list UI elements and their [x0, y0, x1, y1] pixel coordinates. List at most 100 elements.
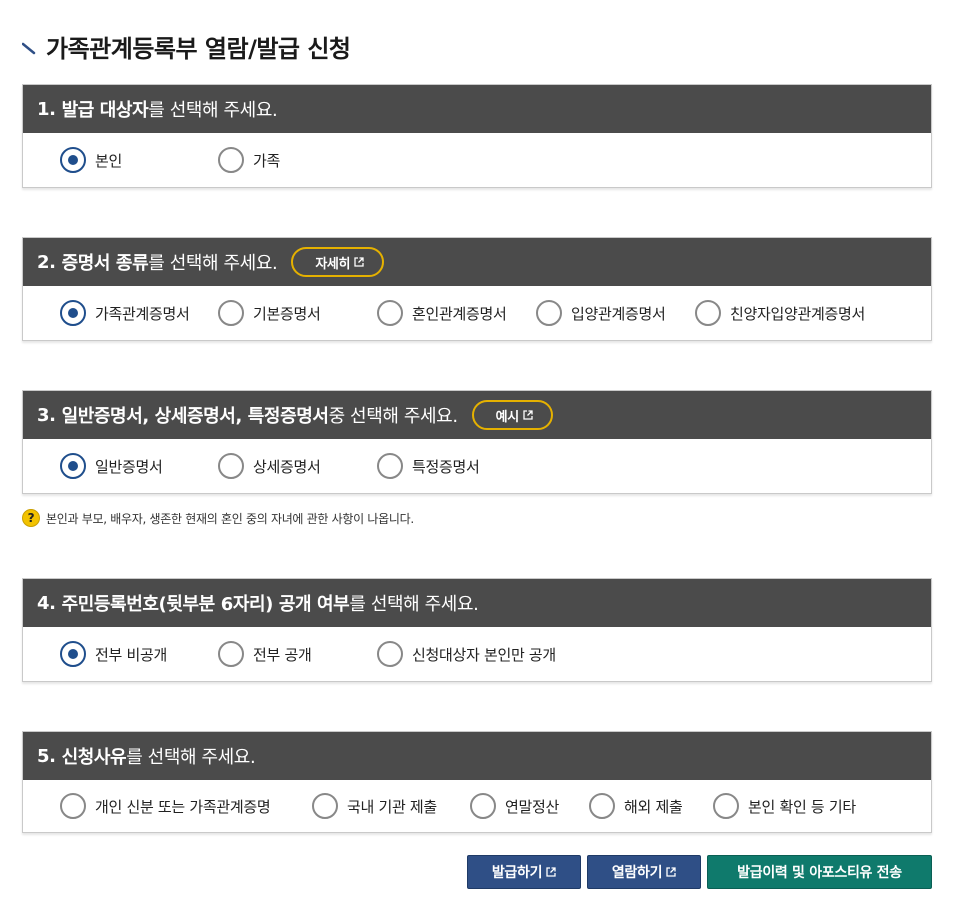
radio-label: 전부 공개 [253, 645, 312, 664]
radio-all-public[interactable]: 전부 공개 [218, 627, 312, 681]
section-number: 2. [37, 251, 56, 273]
history-apostille-button-label: 발급이력 및 아포스티유 전송 [737, 865, 902, 881]
help-text: 본인과 부모, 배우자, 생존한 현재의 혼인 중의 자녀에 관한 사항이 나옵… [46, 511, 414, 526]
section-issue-target: 1. 발급 대상자 를 선택해 주세요. 본인 가족 [22, 84, 932, 188]
external-link-icon [523, 410, 533, 420]
radio-label: 신청대상자 본인만 공개 [412, 645, 556, 664]
details-button-label: 자세히 [315, 256, 351, 272]
radio-button[interactable] [60, 641, 86, 667]
section-application-reason: 5. 신청사유 를 선택해 주세요. 개인 신분 또는 가족관계증명 국내 기관… [22, 731, 932, 833]
issue-button[interactable]: 발급하기 [467, 855, 581, 889]
page-title: 가족관계등록부 열람/발급 신청 [46, 34, 351, 63]
section-certificate-detail: 3. 일반증명서, 상세증명서, 특정증명서 중 선택해 주세요. 예시 일반증… [22, 390, 932, 494]
radio-label: 가족관계증명서 [95, 304, 190, 323]
view-button-label: 열람하기 [611, 865, 663, 881]
radio-reason-tax[interactable]: 연말정산 [470, 780, 559, 832]
radio-button[interactable] [218, 453, 244, 479]
radio-button[interactable] [312, 793, 338, 819]
section-number: 3. [37, 404, 56, 426]
section-resident-number: 4. 주민등록번호(뒷부분 6자리) 공개 여부 를 선택해 주세요. 전부 비… [22, 578, 932, 682]
section-certificate-type: 2. 증명서 종류 를 선택해 주세요. 자세히 가족관계증명서 기본증명서 혼… [22, 237, 932, 341]
radio-label: 국내 기관 제출 [347, 797, 437, 816]
radio-button[interactable] [60, 300, 86, 326]
section-title-rest: 를 선택해 주세요. [349, 594, 479, 615]
radio-label: 입양관계증명서 [571, 304, 666, 323]
external-link-icon [354, 257, 364, 267]
section-number: 5. [37, 745, 56, 767]
section-title-rest: 를 선택해 주세요. [126, 747, 256, 768]
radio-label: 상세증명서 [253, 457, 321, 476]
radio-button[interactable] [60, 793, 86, 819]
radio-adoption-cert[interactable]: 입양관계증명서 [536, 286, 666, 340]
radio-label: 특정증명서 [412, 457, 480, 476]
radio-detailed-cert[interactable]: 상세증명서 [218, 439, 321, 493]
section-title-strong: 증명서 종류 [61, 253, 149, 274]
page-title-row: 가족관계등록부 열람/발급 신청 [22, 28, 351, 64]
radio-button[interactable] [695, 300, 721, 326]
section-header: 4. 주민등록번호(뒷부분 6자리) 공개 여부 를 선택해 주세요. [23, 579, 931, 627]
radio-label: 해외 제출 [624, 797, 683, 816]
external-link-icon [546, 867, 556, 877]
section-header: 2. 증명서 종류 를 선택해 주세요. 자세히 [23, 238, 931, 286]
view-button[interactable]: 열람하기 [587, 855, 701, 889]
radio-button[interactable] [60, 147, 86, 173]
section-header: 3. 일반증명서, 상세증명서, 특정증명서 중 선택해 주세요. 예시 [23, 391, 931, 439]
radio-group-issue-target: 본인 가족 [23, 133, 931, 187]
radio-all-private[interactable]: 전부 비공개 [60, 627, 167, 681]
radio-label: 연말정산 [505, 797, 560, 816]
radio-button[interactable] [218, 147, 244, 173]
radio-reason-other[interactable]: 본인 확인 등 기타 [713, 780, 856, 832]
radio-button[interactable] [470, 793, 496, 819]
radio-label: 개인 신분 또는 가족관계증명 [95, 797, 271, 816]
radio-label: 친양자입양관계증명서 [730, 304, 866, 323]
section-number: 4. [37, 592, 56, 614]
issue-button-label: 발급하기 [491, 865, 543, 881]
radio-button[interactable] [713, 793, 739, 819]
radio-button[interactable] [60, 453, 86, 479]
section-header: 1. 발급 대상자 를 선택해 주세요. [23, 85, 931, 133]
radio-family-relation-cert[interactable]: 가족관계증명서 [60, 286, 190, 340]
radio-button[interactable] [536, 300, 562, 326]
radio-marriage-cert[interactable]: 혼인관계증명서 [377, 286, 507, 340]
help-note: ? 본인과 부모, 배우자, 생존한 현재의 혼인 중의 자녀에 관한 사항이 … [22, 509, 414, 527]
section-title-rest: 를 선택해 주세요. [148, 100, 278, 121]
section-title-rest: 를 선택해 주세요. [148, 253, 278, 274]
radio-reason-overseas[interactable]: 해외 제출 [589, 780, 683, 832]
section-title-strong: 주민등록번호(뒷부분 6자리) 공개 여부 [61, 594, 350, 615]
radio-basic-cert[interactable]: 기본증명서 [218, 286, 321, 340]
action-bar: 발급하기 열람하기 발급이력 및 아포스티유 전송 [0, 855, 960, 889]
section-title-strong: 발급 대상자 [61, 100, 149, 121]
radio-general-cert[interactable]: 일반증명서 [60, 439, 163, 493]
radio-button[interactable] [377, 641, 403, 667]
details-button[interactable]: 자세히 [291, 247, 385, 277]
section-title-rest: 중 선택해 주세요. [328, 406, 458, 427]
radio-group-certificate-detail: 일반증명서 상세증명서 특정증명서 [23, 439, 931, 493]
radio-button[interactable] [218, 300, 244, 326]
section-title-strong: 일반증명서, 상세증명서, 특정증명서 [61, 406, 329, 427]
radio-label: 기본증명서 [253, 304, 321, 323]
radio-button[interactable] [218, 641, 244, 667]
radio-label: 가족 [253, 151, 281, 170]
radio-button[interactable] [377, 453, 403, 479]
section-header: 5. 신청사유 를 선택해 주세요. [23, 732, 931, 780]
example-button-label: 예시 [495, 409, 520, 425]
title-slash-icon [22, 42, 36, 55]
radio-button[interactable] [589, 793, 615, 819]
radio-full-adoption-cert[interactable]: 친양자입양관계증명서 [695, 286, 865, 340]
radio-applicant-only-public[interactable]: 신청대상자 본인만 공개 [377, 627, 556, 681]
example-button[interactable]: 예시 [471, 400, 553, 430]
radio-family[interactable]: 가족 [218, 133, 280, 187]
radio-reason-identity[interactable]: 개인 신분 또는 가족관계증명 [60, 780, 271, 832]
radio-button[interactable] [377, 300, 403, 326]
section-number: 1. [37, 98, 56, 120]
radio-label: 전부 비공개 [95, 645, 167, 664]
radio-label: 본인 확인 등 기타 [748, 797, 856, 816]
question-icon: ? [22, 509, 40, 527]
radio-self[interactable]: 본인 [60, 133, 122, 187]
history-apostille-button[interactable]: 발급이력 및 아포스티유 전송 [707, 855, 932, 889]
radio-group-resident-number: 전부 비공개 전부 공개 신청대상자 본인만 공개 [23, 627, 931, 681]
radio-specific-cert[interactable]: 특정증명서 [377, 439, 480, 493]
section-title-strong: 신청사유 [61, 747, 127, 768]
radio-label: 본인 [95, 151, 123, 170]
radio-reason-domestic[interactable]: 국내 기관 제출 [312, 780, 437, 832]
